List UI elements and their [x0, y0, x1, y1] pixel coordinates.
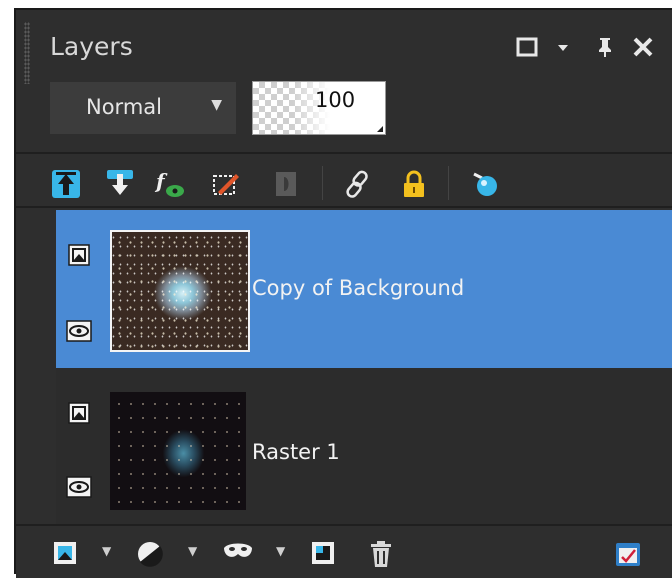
panel-title: Layers	[50, 32, 133, 61]
layer-type-icon[interactable]	[66, 400, 92, 426]
pin-icon[interactable]	[594, 36, 616, 58]
blend-mode-value: Normal	[86, 95, 162, 119]
move-layer-down-icon[interactable]	[104, 168, 136, 200]
move-layer-up-icon[interactable]	[50, 168, 82, 200]
svg-text:f: f	[154, 169, 168, 193]
maximize-icon[interactable]	[516, 36, 538, 58]
lock-icon[interactable]	[398, 168, 430, 200]
layers-panel: Layers Normal ▼ 100 f Copy of Background…	[14, 8, 672, 578]
divider	[16, 206, 672, 208]
link-icon[interactable]	[342, 168, 374, 200]
edit-selection-icon[interactable]	[210, 168, 242, 200]
chevron-down-icon[interactable]: ▼	[102, 544, 111, 558]
toolbar-separator	[322, 166, 323, 200]
visibility-eye-icon[interactable]	[66, 318, 92, 344]
opacity-value: 100	[315, 88, 356, 112]
visibility-eye-icon[interactable]	[66, 474, 92, 500]
panel-grip[interactable]	[24, 22, 30, 84]
new-adjustment-layer-icon[interactable]	[136, 540, 164, 568]
layers-bottom-toolbar: ▼ ▼ ▼	[16, 524, 672, 578]
chevron-down-icon[interactable]: ▼	[276, 544, 285, 558]
layer-properties-icon[interactable]	[614, 540, 642, 568]
toolbar-separator	[448, 166, 449, 200]
layer-name[interactable]: Copy of Background	[252, 276, 464, 300]
layer-row-raster-1[interactable]: Raster 1	[56, 368, 672, 526]
menu-chevron-icon[interactable]	[556, 36, 570, 58]
layer-style-effects-icon[interactable]: f	[154, 168, 186, 200]
layers-list: Copy of Background Raster 1	[56, 210, 672, 526]
opacity-slider-corner[interactable]	[377, 126, 383, 132]
layer-thumbnail	[110, 392, 246, 510]
close-icon[interactable]	[632, 36, 654, 58]
chevron-down-icon: ▼	[211, 97, 222, 113]
layer-name[interactable]: Raster 1	[252, 440, 340, 464]
new-mask-icon[interactable]	[222, 540, 254, 564]
layer-type-icon[interactable]	[66, 242, 92, 268]
delete-layer-icon[interactable]	[368, 540, 394, 568]
view-palette-icon[interactable]	[468, 168, 500, 200]
new-raster-layer-icon[interactable]	[52, 540, 78, 566]
opacity-field[interactable]: 100	[252, 81, 386, 135]
blend-mode-dropdown[interactable]: Normal ▼	[50, 82, 236, 134]
layer-thumbnail	[110, 230, 250, 352]
disabled-mask-icon	[276, 172, 296, 196]
chevron-down-icon[interactable]: ▼	[188, 544, 197, 558]
layer-row-copy-of-background[interactable]: Copy of Background	[56, 210, 672, 368]
merge-layers-icon[interactable]	[310, 540, 336, 566]
divider	[16, 152, 672, 154]
